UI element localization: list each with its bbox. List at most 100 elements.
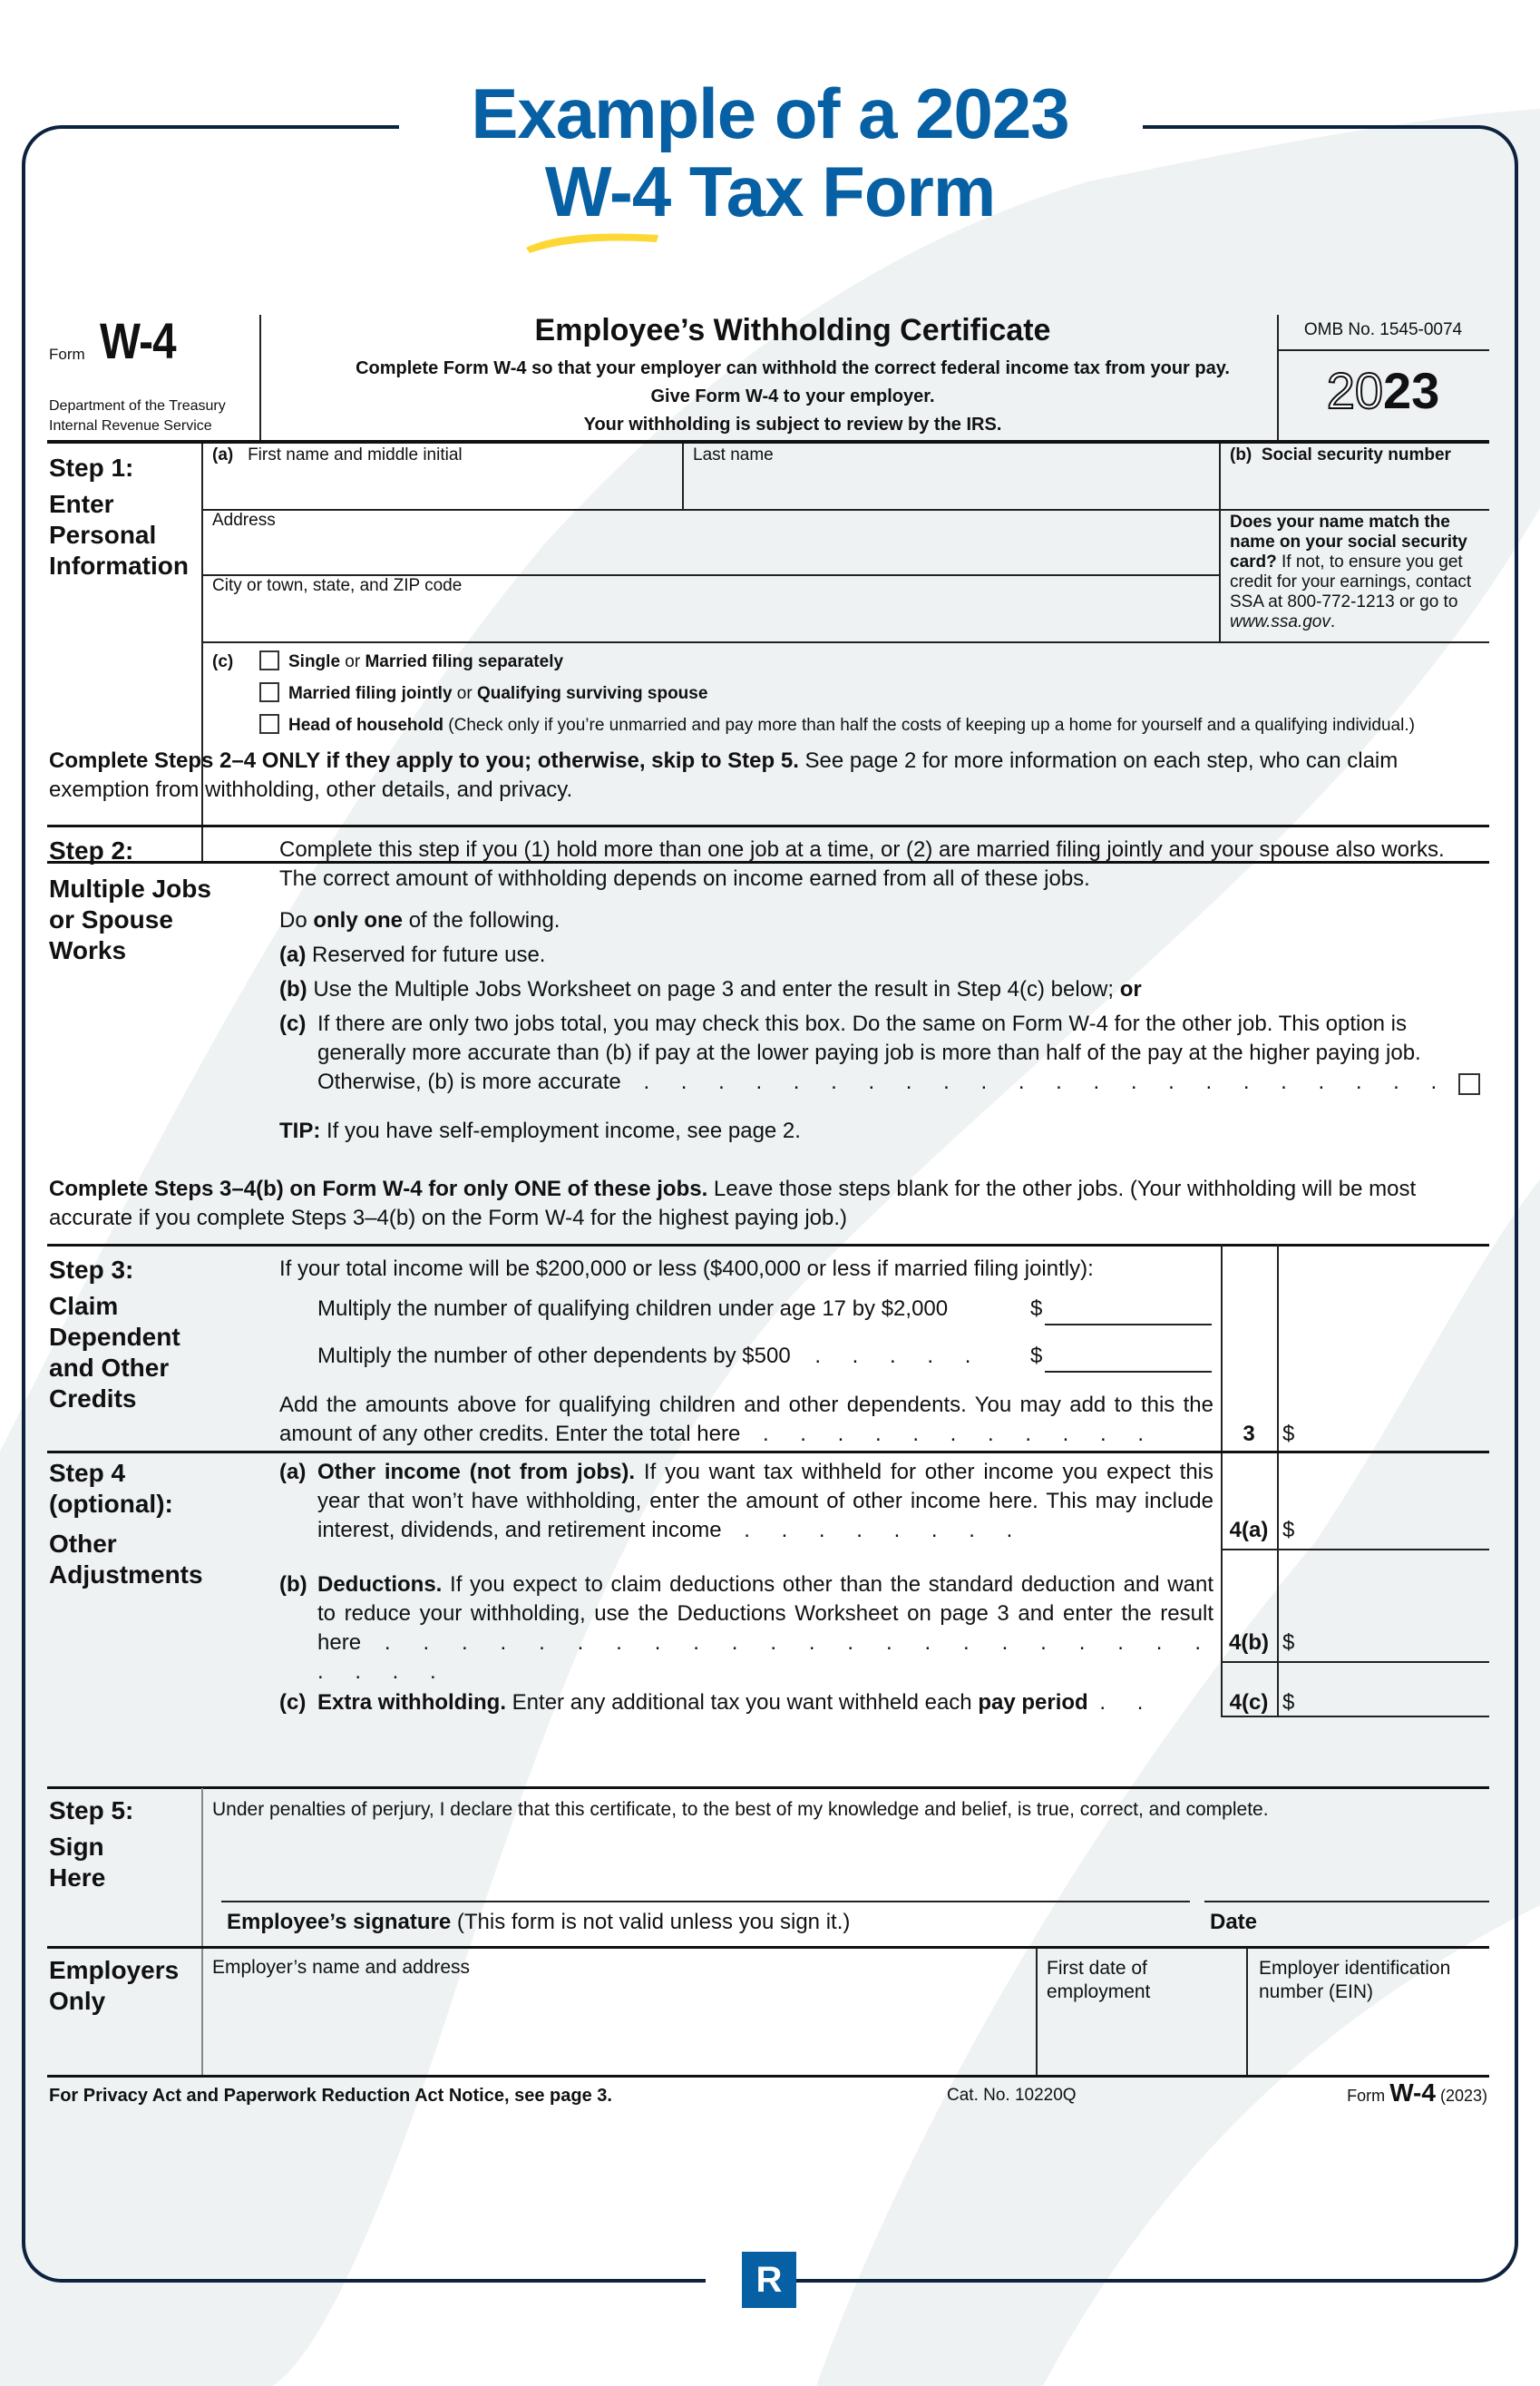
divider — [1246, 1948, 1248, 2075]
text-bold: pay period — [978, 1690, 1088, 1715]
divider — [201, 509, 1489, 511]
divider — [1277, 1244, 1279, 1716]
filing-status-marker: (c) — [212, 652, 234, 671]
form-word: Form — [1347, 2087, 1386, 2105]
title-line: Sign — [49, 1833, 104, 1861]
divider — [47, 2075, 1489, 2078]
extra-withholding-input[interactable] — [1297, 1687, 1487, 1716]
step2-option-b: (b) Use the Multiple Jobs Worksheet on p… — [279, 975, 1142, 1004]
other-income-input[interactable] — [1297, 1514, 1487, 1543]
label-text: (This form is not valid unless you sign … — [451, 1910, 851, 1934]
signature-label: Employee’s signature (This form is not v… — [227, 1910, 850, 1935]
last-name-label: Last name — [693, 445, 774, 464]
title-line-1: Example of a 2023 — [471, 73, 1069, 153]
signature-date-input[interactable] — [1208, 1846, 1484, 1899]
subtitle-line-1: Complete Form W-4 so that your employer … — [356, 358, 1230, 378]
text: of the following. — [403, 908, 560, 933]
leader-dots: . . . . . . . . — [744, 1518, 1026, 1542]
marker: (a) — [212, 445, 234, 464]
single-checkbox[interactable] — [259, 650, 279, 670]
married-jointly-checkbox[interactable] — [259, 682, 279, 702]
employer-name-label: Employer’s name and address — [212, 1957, 471, 1978]
step4c-text: Extra withholding. Enter any additional … — [317, 1688, 1213, 1717]
deductions-input[interactable] — [1297, 1627, 1487, 1656]
tip-bold: TIP: — [279, 1119, 321, 1143]
leader-dots: . . . . . . . . . . . . . . . . . . . . … — [643, 1070, 1450, 1094]
option-text: or — [452, 684, 477, 703]
form-year: (2023) — [1439, 2087, 1487, 2105]
employer-name-address-input[interactable] — [212, 1984, 1032, 2069]
ssa-gov-link[interactable]: www.ssa.gov — [1230, 612, 1330, 631]
step4-title: Other Adjustments — [49, 1529, 203, 1590]
divider — [1221, 1661, 1489, 1663]
other-dependents-text: Multiply the number of other dependents … — [317, 1342, 983, 1371]
option-bold: Married filing jointly — [288, 684, 453, 703]
divider — [1036, 1948, 1038, 2075]
first-date-of-employment-input[interactable] — [1047, 2019, 1150, 2066]
form-subtitle: Complete Form W-4 so that your employer … — [259, 355, 1326, 439]
label-text: Multiply the number of other dependents … — [317, 1344, 791, 1368]
address-input[interactable] — [212, 533, 1213, 571]
city-label: City or town, state, and ZIP code — [212, 576, 463, 595]
yellow-underline-swash — [526, 233, 658, 253]
employers-only-title: Employers Only — [49, 1955, 179, 2017]
perjury-statement: Under penalties of perjury, I declare th… — [212, 1799, 1269, 1820]
title-line: Information — [49, 552, 189, 580]
step3-label: Step 3: — [49, 1256, 134, 1284]
ein-label: Employer identification number (EIN) — [1259, 1958, 1451, 2002]
head-of-household-checkbox[interactable] — [259, 714, 279, 734]
leader-dots: . . . . . . . . . . . — [762, 1422, 1156, 1446]
divider — [1277, 349, 1489, 351]
qualifying-children-amount-input[interactable] — [1045, 1295, 1212, 1325]
catalog-number: Cat. No. 10220Q — [947, 2086, 1077, 2105]
other-dependents-amount-input[interactable] — [1045, 1342, 1212, 1373]
text-bold: Other income (not from jobs). — [317, 1460, 636, 1484]
step3-title: Claim Dependent and Other Credits — [49, 1291, 180, 1414]
divider — [1204, 1901, 1489, 1902]
ein-input[interactable] — [1259, 2019, 1489, 2066]
step2-do-only-one: Do only one of the following. — [279, 906, 560, 935]
form-word: Form — [49, 346, 85, 363]
line-3-total-input[interactable] — [1297, 1420, 1487, 1449]
last-name-input[interactable] — [693, 467, 1259, 504]
title-line: Claim — [49, 1292, 119, 1320]
currency-sign: $ — [1282, 1690, 1295, 1715]
option-text: Reserved for future use. — [312, 943, 546, 967]
line-4c-number: 4(c) — [1229, 1690, 1269, 1715]
divider — [47, 1946, 1489, 1949]
label-bold: Employee’s signature — [227, 1910, 452, 1934]
step3-total-text: Add the amounts above for qualifying chi… — [279, 1391, 1213, 1449]
form-name: W-4 — [1389, 2078, 1436, 2107]
divider — [47, 1786, 1489, 1789]
divider — [47, 1244, 1489, 1247]
title-line: Multiple Jobs — [49, 875, 211, 903]
divider — [682, 444, 684, 509]
step1-label: Step 1: — [49, 454, 134, 482]
leader-dots: . . — [1099, 1690, 1156, 1715]
notice-bold: Complete Steps 3–4(b) on Form W-4 for on… — [49, 1177, 708, 1201]
divider — [1221, 1549, 1489, 1550]
title-line: or Spouse — [49, 905, 173, 934]
two-jobs-checkbox[interactable] — [1458, 1073, 1480, 1095]
year-outline: 20 — [1326, 361, 1384, 420]
step4b-text: Deductions. If you expect to claim deduc… — [317, 1570, 1213, 1687]
option-text: Use the Multiple Jobs Worksheet on page … — [313, 977, 1120, 1002]
tip-text: If you have self-employment income, see … — [320, 1119, 801, 1143]
step2-title: Multiple Jobs or Spouse Works — [49, 874, 211, 966]
title-line: Credits — [49, 1384, 137, 1413]
dept-line-1: Department of the Treasury — [49, 398, 226, 414]
divider — [201, 1788, 203, 2077]
employee-signature-input[interactable] — [221, 1846, 1177, 1899]
steps-3-4b-notice: Complete Steps 3–4(b) on Form W-4 for on… — [49, 1175, 1487, 1233]
line-3-number: 3 — [1243, 1422, 1255, 1446]
tax-year: 2023 — [1277, 358, 1489, 424]
ssn-input[interactable] — [1230, 467, 1487, 504]
step4c-marker: (c) — [279, 1690, 307, 1715]
city-state-zip-input[interactable] — [212, 598, 1213, 640]
text: Do — [279, 908, 314, 933]
first-name-input[interactable] — [212, 467, 678, 504]
option-bold: Single — [288, 652, 341, 671]
marker: (b) — [1230, 445, 1252, 464]
marker: (b) — [279, 977, 307, 1002]
title-line: and Other — [49, 1354, 170, 1382]
